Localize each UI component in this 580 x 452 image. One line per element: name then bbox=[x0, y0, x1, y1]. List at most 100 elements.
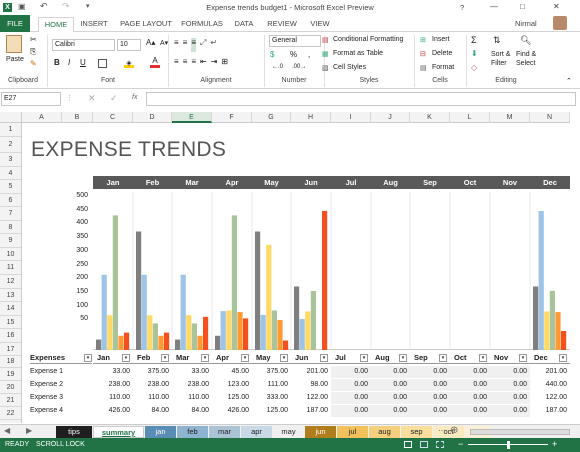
row-header[interactable]: 8 bbox=[0, 221, 22, 234]
percent-style-icon[interactable]: % bbox=[290, 50, 297, 59]
table-cell[interactable]: 375.00 bbox=[133, 366, 172, 378]
cell-styles-button[interactable]: Cell Styles bbox=[333, 64, 366, 71]
sheet-tab[interactable]: may bbox=[273, 426, 304, 438]
font-color-icon[interactable]: A bbox=[150, 57, 160, 68]
column-header[interactable]: C bbox=[93, 112, 133, 123]
table-cell[interactable]: 0.00 bbox=[450, 405, 490, 417]
filter-dropdown-icon[interactable]: ▾ bbox=[280, 354, 288, 362]
format-painter-icon[interactable]: ✎ bbox=[30, 59, 37, 68]
row-header[interactable]: 13 bbox=[0, 289, 22, 302]
table-cell[interactable]: 0.00 bbox=[450, 366, 490, 378]
filter-dropdown-icon[interactable]: ▾ bbox=[201, 354, 209, 362]
tab-page-layout[interactable]: PAGE LAYOUT bbox=[118, 17, 174, 31]
table-cell[interactable]: 238.00 bbox=[172, 379, 212, 391]
sheet-tab[interactable]: jan bbox=[145, 426, 176, 438]
enter-entry-icon[interactable]: ✓ bbox=[110, 93, 118, 104]
row-header[interactable]: 12 bbox=[0, 275, 22, 289]
table-cell[interactable]: 33.00 bbox=[172, 366, 212, 378]
row-header[interactable]: 11 bbox=[0, 261, 22, 275]
sheet-tab[interactable]: tips bbox=[56, 426, 92, 438]
tab-formulas[interactable]: FORMULAS bbox=[180, 17, 224, 31]
prev-sheet-icon[interactable]: ◀ bbox=[4, 426, 10, 435]
column-header[interactable]: I bbox=[331, 112, 371, 123]
table-cell[interactable]: 110.00 bbox=[172, 392, 212, 404]
sort-filter-icon[interactable]: ⇅ bbox=[493, 35, 501, 46]
formula-input[interactable] bbox=[146, 92, 576, 106]
row-header[interactable]: 18 bbox=[0, 356, 22, 368]
copy-icon[interactable]: ⎘ bbox=[30, 47, 36, 57]
row-header[interactable]: 6 bbox=[0, 194, 22, 207]
increase-indent-icon[interactable]: ⇥ bbox=[211, 57, 218, 71]
row-header[interactable]: 15 bbox=[0, 316, 22, 329]
table-cell[interactable]: 125.00 bbox=[212, 392, 252, 404]
collapse-ribbon-icon[interactable]: ⌃ bbox=[566, 77, 572, 85]
table-cell[interactable]: 0.00 bbox=[331, 405, 371, 417]
table-cell[interactable]: 426.00 bbox=[93, 405, 133, 417]
table-cell[interactable]: 187.00 bbox=[291, 405, 331, 417]
table-cell[interactable]: 201.00 bbox=[530, 366, 570, 378]
table-cell[interactable]: 0.00 bbox=[410, 392, 450, 404]
row-header[interactable]: 7 bbox=[0, 207, 22, 221]
format-cells-icon[interactable]: ▤ bbox=[420, 64, 427, 72]
row-header[interactable]: 2 bbox=[0, 137, 22, 153]
sheet-tab[interactable]: aug bbox=[369, 426, 400, 438]
zoom-out-button[interactable]: − bbox=[458, 439, 463, 449]
number-format-select[interactable]: General bbox=[269, 35, 321, 47]
zoom-slider-thumb[interactable] bbox=[507, 441, 510, 449]
sheet-tab[interactable]: feb bbox=[177, 426, 208, 438]
table-cell[interactable]: 0.00 bbox=[371, 366, 410, 378]
help-button[interactable]: ? bbox=[460, 3, 464, 12]
next-sheet-icon[interactable]: ▶ bbox=[26, 426, 32, 435]
column-header[interactable]: A bbox=[22, 112, 62, 123]
delete-cells-icon[interactable]: ⊟ bbox=[420, 50, 426, 58]
table-cell[interactable]: 0.00 bbox=[410, 379, 450, 391]
comma-style-icon[interactable]: , bbox=[308, 50, 310, 59]
table-cell[interactable]: 111.00 bbox=[252, 379, 291, 391]
page-break-view-icon[interactable] bbox=[436, 441, 444, 448]
page-layout-view-icon[interactable] bbox=[420, 441, 428, 448]
table-cell[interactable]: 125.00 bbox=[252, 405, 291, 417]
insert-cells-button[interactable]: Insert bbox=[432, 36, 450, 43]
align-right-icon[interactable]: ≡ bbox=[191, 57, 196, 71]
table-cell[interactable]: 0.00 bbox=[331, 366, 371, 378]
border-icon[interactable] bbox=[98, 59, 107, 68]
table-cell[interactable]: 84.00 bbox=[133, 405, 172, 417]
filter-dropdown-icon[interactable]: ▾ bbox=[559, 354, 567, 362]
table-cell[interactable]: 0.00 bbox=[331, 392, 371, 404]
delete-cells-button[interactable]: Delete bbox=[432, 50, 452, 57]
filter-dropdown-icon[interactable]: ▾ bbox=[161, 354, 169, 362]
filter-dropdown-icon[interactable]: ▾ bbox=[399, 354, 407, 362]
format-as-table-icon[interactable]: ▦ bbox=[322, 50, 329, 58]
filter-dropdown-icon[interactable]: ▾ bbox=[241, 354, 249, 362]
sheet-tab[interactable]: apr bbox=[241, 426, 272, 438]
row-header[interactable]: 20 bbox=[0, 381, 22, 394]
row-header[interactable]: 5 bbox=[0, 180, 22, 194]
table-cell[interactable]: 0.00 bbox=[371, 392, 410, 404]
horizontal-scrollbar[interactable] bbox=[470, 429, 570, 435]
align-center-icon[interactable]: ≡ bbox=[183, 57, 188, 71]
table-cell[interactable]: 333.00 bbox=[252, 392, 291, 404]
tab-home[interactable]: HOME bbox=[38, 17, 74, 33]
font-name-select[interactable]: Calibri bbox=[52, 39, 115, 51]
cut-icon[interactable]: ✂ bbox=[30, 35, 37, 44]
conditional-formatting-button[interactable]: Conditional Formatting bbox=[333, 36, 403, 43]
table-cell[interactable]: 122.00 bbox=[530, 392, 570, 404]
add-sheet-icon[interactable]: ⊕ bbox=[450, 425, 458, 436]
column-header[interactable]: F bbox=[212, 112, 252, 123]
decrease-indent-icon[interactable]: ⇤ bbox=[200, 57, 207, 71]
column-header[interactable]: N bbox=[530, 112, 570, 123]
table-cell[interactable]: 0.00 bbox=[450, 379, 490, 391]
table-cell[interactable]: 0.00 bbox=[410, 405, 450, 417]
normal-view-icon[interactable] bbox=[404, 441, 412, 448]
format-as-table-button[interactable]: Format as Table bbox=[333, 50, 383, 57]
italic-icon[interactable]: I bbox=[68, 58, 70, 67]
row-header[interactable]: 23 bbox=[0, 420, 22, 423]
row-header[interactable]: 22 bbox=[0, 407, 22, 420]
filter-dropdown-icon[interactable]: ▾ bbox=[519, 354, 527, 362]
row-header[interactable]: 10 bbox=[0, 248, 22, 261]
table-cell[interactable]: 0.00 bbox=[450, 392, 490, 404]
filter-dropdown-icon[interactable]: ▾ bbox=[439, 354, 447, 362]
row-header[interactable]: 4 bbox=[0, 167, 22, 180]
column-header[interactable]: B bbox=[62, 112, 93, 123]
paste-button[interactable]: Paste bbox=[6, 56, 24, 63]
